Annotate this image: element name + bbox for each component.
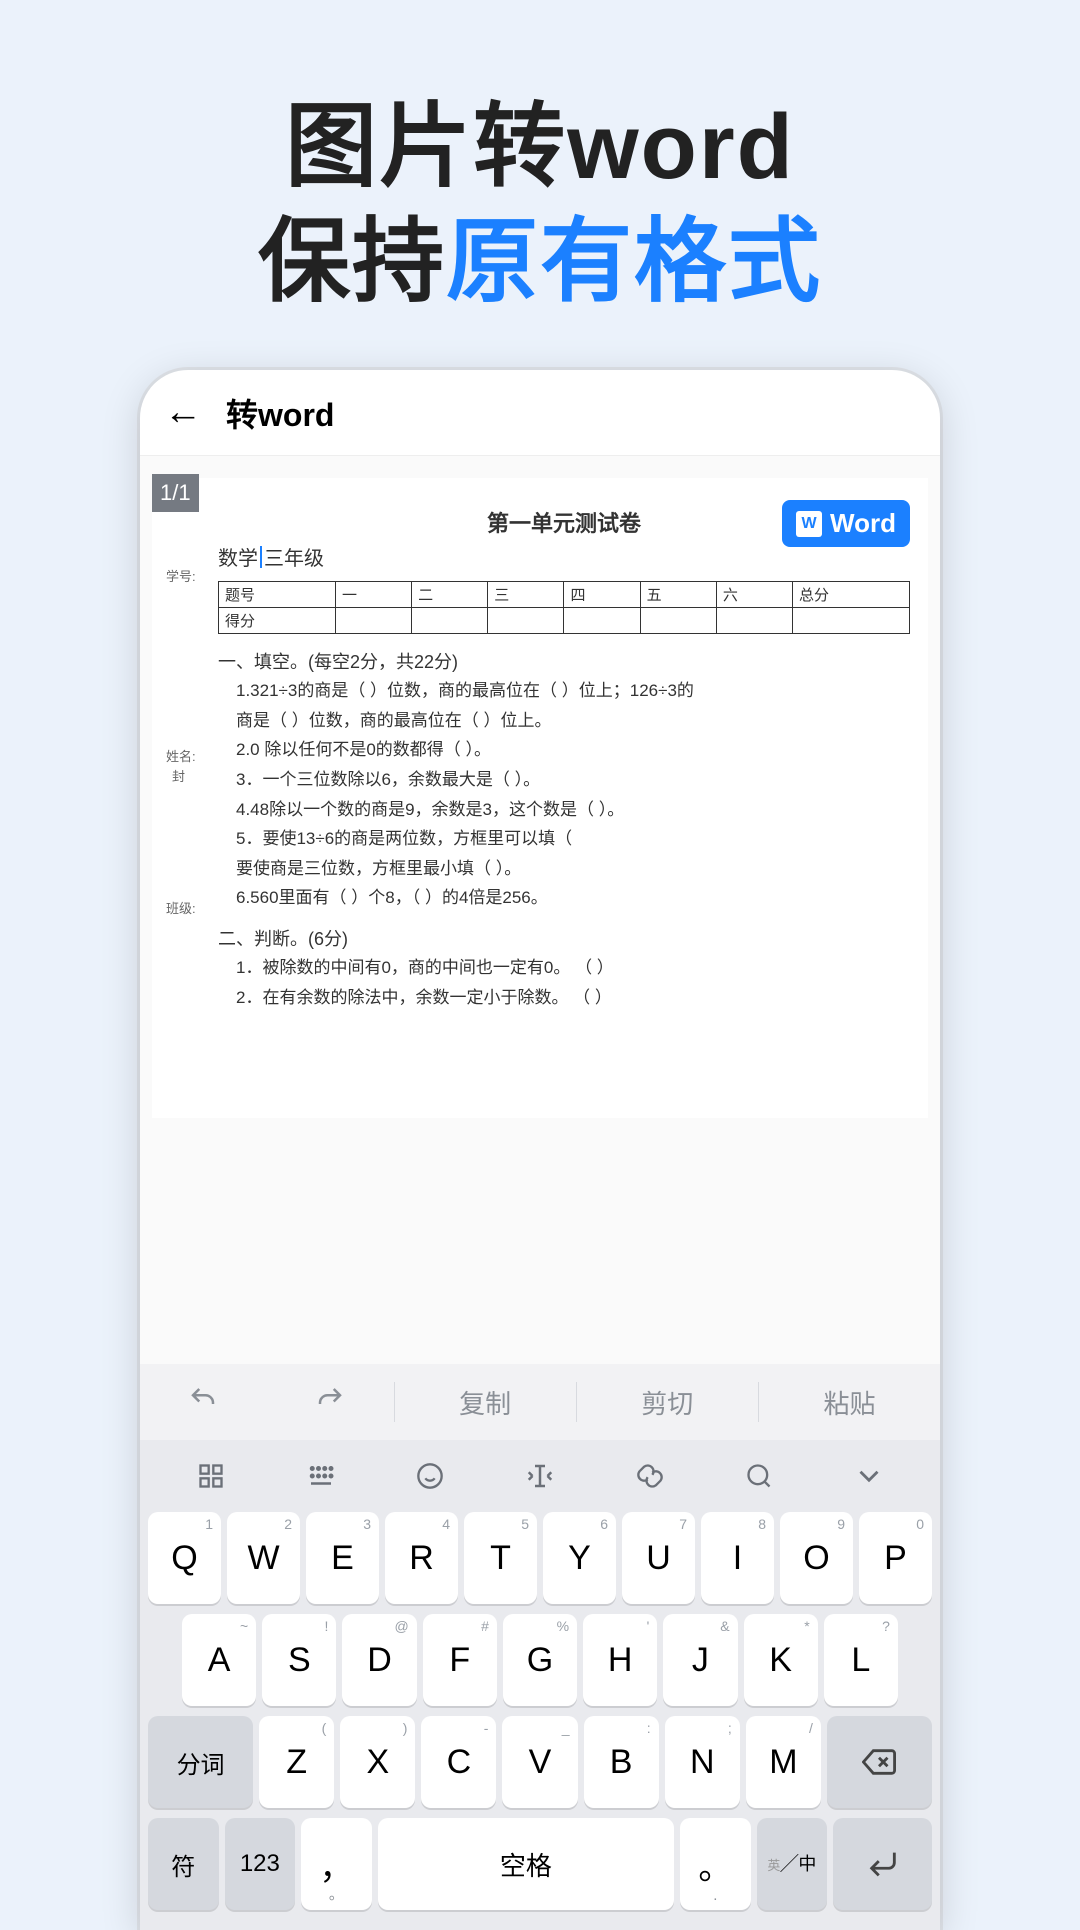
key-h[interactable]: 'H: [583, 1614, 657, 1706]
question-line[interactable]: 2.0 除以任何不是0的数都得（ ）。: [236, 738, 910, 763]
export-word-button[interactable]: W Word: [782, 500, 910, 547]
document-page[interactable]: W Word 学号: 姓名: 封 班级: 第一单元测试卷 数学 三年级 题号 一: [152, 478, 928, 1118]
kb-keyboard-icon[interactable]: [266, 1461, 376, 1491]
headline-line-1: 图片转word: [0, 90, 1080, 205]
key-w[interactable]: 2W: [227, 1512, 300, 1604]
keyboard-toolbar: [140, 1440, 940, 1512]
page-indicator: 1/1: [152, 474, 199, 512]
key-symbols[interactable]: 符: [148, 1818, 219, 1910]
kb-cursor-icon[interactable]: [485, 1461, 595, 1491]
text-cursor: [260, 546, 262, 568]
key-g[interactable]: %G: [503, 1614, 577, 1706]
side-label-seal: 封: [172, 766, 185, 785]
keyboard-row: 分词 (Z )X -C _V :B ;N /M: [148, 1716, 932, 1808]
edit-toolbar: 复制 剪切 粘贴: [140, 1364, 940, 1440]
key-c[interactable]: -C: [421, 1716, 496, 1808]
key-b[interactable]: :B: [584, 1716, 659, 1808]
question-line[interactable]: 商是（ ）位数，商的最高位在（ ）位上。: [236, 709, 910, 734]
question-line[interactable]: 4.48除以一个数的商是9，余数是3，这个数是（ ）。: [236, 798, 910, 823]
key-z[interactable]: (Z: [259, 1716, 334, 1808]
keyboard-row: 符 123 ，。 空格 。. 英╱中: [148, 1818, 932, 1910]
kb-apps-icon[interactable]: [156, 1462, 266, 1490]
key-language-toggle[interactable]: 英╱中: [757, 1818, 828, 1910]
question-line[interactable]: 2．在有余数的除法中，余数一定小于除数。 （ ）: [236, 986, 910, 1011]
kb-clipboard-icon[interactable]: [595, 1462, 705, 1490]
question-line[interactable]: 3．一个三位数除以6，余数最大是（ ）。: [236, 768, 910, 793]
key-d[interactable]: @D: [342, 1614, 416, 1706]
back-icon[interactable]: ←: [164, 391, 202, 434]
key-x[interactable]: )X: [340, 1716, 415, 1808]
key-p[interactable]: 0P: [859, 1512, 932, 1604]
document-viewport[interactable]: 1/1 W Word 学号: 姓名: 封 班级: 第一单元测试卷 数学 三年级 …: [140, 456, 940, 1364]
question-line[interactable]: 1．被除数的中间有0，商的中间也一定有0。 （ ）: [236, 956, 910, 981]
key-n[interactable]: ;N: [665, 1716, 740, 1808]
key-e[interactable]: 3E: [306, 1512, 379, 1604]
key-r[interactable]: 4R: [385, 1512, 458, 1604]
marketing-headline: 图片转word 保持原有格式: [0, 0, 1080, 320]
key-l[interactable]: ?L: [824, 1614, 898, 1706]
key-u[interactable]: 7U: [622, 1512, 695, 1604]
paste-button[interactable]: 粘贴: [759, 1384, 940, 1421]
key-j[interactable]: &J: [663, 1614, 737, 1706]
key-space[interactable]: 空格: [378, 1818, 674, 1910]
key-o[interactable]: 9O: [780, 1512, 853, 1604]
kb-emoji-icon[interactable]: [375, 1462, 485, 1490]
redo-button[interactable]: [267, 1384, 394, 1421]
table-row: 题号 一 二 三 四 五 六 总分: [219, 582, 910, 608]
question-line[interactable]: 要使商是三位数，方框里最小填（ ）。: [236, 857, 910, 882]
question-line[interactable]: 5．要使13÷6的商是两位数，方框里可以填（: [236, 827, 910, 852]
key-comma[interactable]: ，。: [301, 1818, 372, 1910]
question-line[interactable]: 6.560里面有（ ）个8，（ ）的4倍是256。: [236, 886, 910, 911]
key-backspace[interactable]: [827, 1716, 932, 1808]
key-segment[interactable]: 分词: [148, 1716, 253, 1808]
app-bar: ← 转word: [140, 370, 940, 456]
kb-search-icon[interactable]: [705, 1462, 815, 1490]
keyboard-row: 1Q2W3E4R5T6Y7U8I9O0P: [148, 1512, 932, 1604]
kb-collapse-icon[interactable]: [814, 1459, 924, 1493]
key-period[interactable]: 。.: [680, 1818, 751, 1910]
section-heading[interactable]: 一、填空。(每空2分，共22分): [218, 648, 910, 674]
side-label-name: 姓名:: [166, 746, 196, 765]
side-label-class: 班级:: [166, 898, 196, 917]
key-q[interactable]: 1Q: [148, 1512, 221, 1604]
key-y[interactable]: 6Y: [543, 1512, 616, 1604]
key-i[interactable]: 8I: [701, 1512, 774, 1604]
copy-button[interactable]: 复制: [395, 1384, 576, 1421]
key-f[interactable]: #F: [423, 1614, 497, 1706]
cut-button[interactable]: 剪切: [577, 1384, 758, 1421]
key-numbers[interactable]: 123: [225, 1818, 296, 1910]
key-a[interactable]: ~A: [182, 1614, 256, 1706]
key-m[interactable]: /M: [746, 1716, 821, 1808]
key-v[interactable]: _V: [502, 1716, 577, 1808]
key-t[interactable]: 5T: [464, 1512, 537, 1604]
score-table[interactable]: 题号 一 二 三 四 五 六 总分 得分: [218, 581, 910, 634]
word-icon: W: [796, 511, 822, 537]
undo-button[interactable]: [140, 1384, 267, 1421]
keyboard: 1Q2W3E4R5T6Y7U8I9O0P ~A!S@D#F%G'H&J*K?L …: [140, 1440, 940, 1930]
key-k[interactable]: *K: [744, 1614, 818, 1706]
app-bar-title: 转word: [226, 390, 334, 436]
table-row: 得分: [219, 608, 910, 634]
question-line[interactable]: 1.321÷3的商是（ ）位数，商的最高位在（ ）位上；126÷3的: [236, 679, 910, 704]
key-s[interactable]: !S: [262, 1614, 336, 1706]
phone-mockup: ← 转word 1/1 W Word 学号: 姓名: 封 班级: 第一单元测试卷…: [140, 370, 940, 1930]
section-heading[interactable]: 二、判断。(6分): [218, 925, 910, 951]
keyboard-row: ~A!S@D#F%G'H&J*K?L: [148, 1614, 932, 1706]
headline-line-2: 保持原有格式: [0, 205, 1080, 320]
key-enter[interactable]: [833, 1818, 932, 1910]
side-label-student-id: 学号:: [166, 566, 196, 585]
